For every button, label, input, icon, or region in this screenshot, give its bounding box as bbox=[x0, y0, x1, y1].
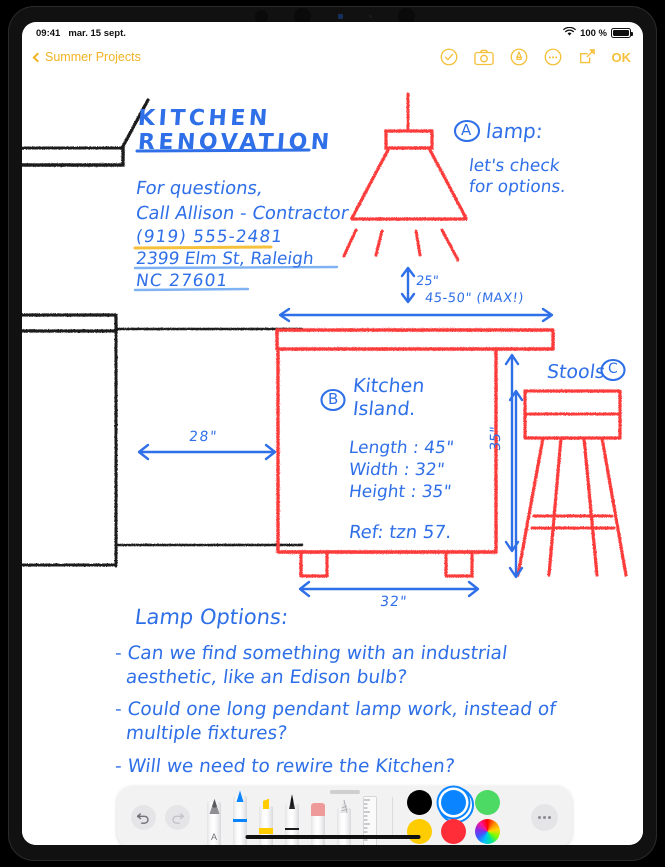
color-red[interactable] bbox=[441, 819, 466, 844]
chevron-left-icon bbox=[32, 52, 43, 62]
undo-redo-group bbox=[131, 804, 190, 830]
text-tool[interactable]: A bbox=[202, 792, 226, 845]
stools-marker: C bbox=[608, 361, 618, 377]
screen: 09:41 mar. 15 sept. 100 % Summer Project… bbox=[22, 22, 643, 845]
island-spec-length: Length : 45" bbox=[347, 438, 455, 458]
done-button[interactable]: OK bbox=[612, 50, 632, 65]
more-icon[interactable] bbox=[531, 803, 558, 831]
compose-icon[interactable] bbox=[578, 48, 596, 66]
note-title-line1: KITCHEN bbox=[137, 106, 272, 131]
status-bar-right: 100 % bbox=[563, 26, 633, 40]
dimension-clearance-left: 28" bbox=[188, 429, 219, 445]
contact-phone: (919) 555-2481 bbox=[134, 227, 285, 247]
back-button-label: Summer Projects bbox=[45, 50, 141, 64]
redo-icon[interactable] bbox=[165, 804, 190, 830]
undo-icon[interactable] bbox=[131, 804, 156, 830]
palette-divider bbox=[392, 797, 393, 837]
lamp-option-line-4: multiple fixtures? bbox=[124, 723, 289, 744]
stools-label: Stools bbox=[545, 361, 607, 383]
lamp-note-line-2: for options. bbox=[467, 177, 568, 197]
lamp-option-line-5: - Will we need to rewire the Kitchen? bbox=[113, 756, 456, 777]
sensor-dot-small bbox=[368, 14, 372, 18]
back-button[interactable]: Summer Projects bbox=[32, 50, 141, 64]
contact-address-line-2: NC 27601 bbox=[134, 271, 230, 291]
battery-icon bbox=[611, 28, 633, 38]
lamp-note-line-1: let's check bbox=[467, 156, 561, 176]
island-label-line-2: Island. bbox=[351, 398, 417, 420]
color-blue[interactable] bbox=[437, 786, 474, 823]
lamp-label: lamp: bbox=[484, 119, 544, 143]
sensor-dot bbox=[255, 9, 268, 23]
island-marker: B bbox=[328, 390, 339, 408]
wifi-icon bbox=[563, 26, 576, 40]
status-bar: 09:41 mar. 15 sept. 100 % bbox=[22, 22, 643, 44]
lamp-option-line-3: - Could one long pendant lamp work, inst… bbox=[113, 699, 558, 720]
island-spec-height: Height : 35" bbox=[347, 482, 453, 502]
dimension-island-height: 35" bbox=[488, 425, 504, 452]
eraser-head bbox=[311, 803, 325, 816]
text-tool-label: A bbox=[210, 832, 218, 842]
color-swatches bbox=[407, 786, 502, 844]
contact-address-line-1: 2399 Elm St, Raleigh bbox=[134, 249, 315, 269]
color-green[interactable] bbox=[475, 790, 500, 815]
dimension-island-depth: 32" bbox=[379, 594, 409, 610]
highlighter-color-band bbox=[259, 828, 273, 834]
battery-percent-label: 100 % bbox=[580, 27, 607, 39]
navigation-bar: Summer Projects OK bbox=[22, 44, 643, 78]
color-wheel[interactable] bbox=[475, 819, 500, 844]
palette-drag-handle[interactable] bbox=[329, 790, 360, 794]
nav-actions: OK bbox=[440, 48, 632, 66]
status-bar-left: 09:41 mar. 15 sept. bbox=[36, 28, 126, 39]
dimension-lamp-span: 45-50" (MAX!) bbox=[424, 291, 525, 306]
lamp-marker: A bbox=[461, 121, 472, 139]
camera-icon[interactable] bbox=[473, 49, 494, 66]
more-circle-icon[interactable] bbox=[544, 48, 562, 66]
color-black[interactable] bbox=[407, 790, 432, 815]
note-title-line2: RENOVATION bbox=[137, 130, 334, 155]
dimension-lamp-drop: 25" bbox=[415, 274, 440, 289]
pen-tool-color-band bbox=[233, 819, 247, 822]
lamp-options-heading: Lamp Options: bbox=[133, 605, 290, 629]
island-reference: Ref: tzn 57. bbox=[347, 522, 453, 543]
contact-line-1: For questions, bbox=[134, 178, 265, 199]
color-yellow[interactable] bbox=[407, 819, 432, 844]
note-canvas[interactable]: KITCHEN RENOVATION For questions, Call A… bbox=[22, 78, 643, 845]
home-indicator[interactable] bbox=[245, 834, 420, 839]
indicator-led bbox=[337, 13, 343, 19]
lamp-option-line-1: - Can we find something with an industri… bbox=[113, 643, 509, 664]
contact-line-2: Call Allison - Contractor bbox=[134, 203, 350, 224]
status-date: mar. 15 sept. bbox=[68, 27, 126, 39]
checkmark-circle-icon[interactable] bbox=[440, 48, 458, 66]
ipad-device: 09:41 mar. 15 sept. 100 % Summer Project… bbox=[0, 0, 665, 867]
lamp-option-line-2: aesthetic, like an Edison bulb? bbox=[124, 667, 409, 688]
markup-pen-circle-icon[interactable] bbox=[510, 48, 528, 66]
marker-color-band bbox=[285, 827, 299, 830]
island-spec-width: Width : 32" bbox=[347, 460, 446, 480]
status-time: 09:41 bbox=[36, 27, 61, 39]
island-label-line-1: Kitchen bbox=[351, 375, 426, 397]
